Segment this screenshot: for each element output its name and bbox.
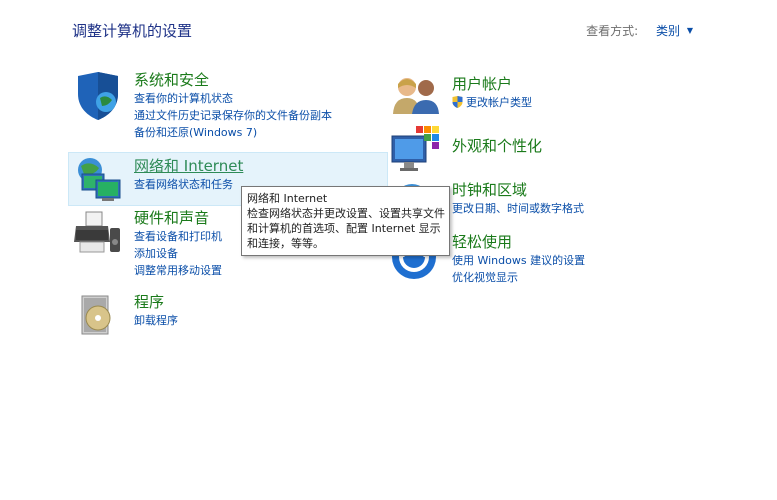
link-view-network-status[interactable]: 查看网络状态和任务 xyxy=(134,176,243,193)
link-optimize-visual-display[interactable]: 优化视觉显示 xyxy=(452,269,585,286)
link-change-date-time-format[interactable]: 更改日期、时间或数字格式 xyxy=(452,200,584,217)
tooltip-title: 网络和 Internet xyxy=(247,192,328,205)
page-title: 调整计算机的设置 xyxy=(72,22,193,40)
link-change-account-type-label: 更改帐户类型 xyxy=(466,96,532,109)
monitor-palette-icon[interactable] xyxy=(390,126,442,178)
category-title[interactable]: 轻松使用 xyxy=(452,232,585,252)
category-title[interactable]: 硬件和声音 xyxy=(134,208,222,228)
link-change-account-type[interactable]: 更改帐户类型 xyxy=(452,94,532,111)
category-title[interactable]: 网络和 Internet xyxy=(134,156,243,176)
link-add-device[interactable]: 添加设备 xyxy=(134,245,222,262)
category-title[interactable]: 程序 xyxy=(134,292,178,312)
link-devices-printers[interactable]: 查看设备和打印机 xyxy=(134,228,222,245)
network-tooltip: 网络和 Internet 检查网络状态并更改设置、设置共享文件和计算机的首选项、… xyxy=(241,186,450,256)
category-title[interactable]: 用户帐户 xyxy=(452,74,532,94)
chevron-down-icon[interactable]: ▼ xyxy=(687,26,693,35)
view-by-label: 查看方式: xyxy=(586,24,639,38)
link-view-computer-status[interactable]: 查看你的计算机状态 xyxy=(134,90,332,107)
category-title[interactable]: 外观和个性化 xyxy=(452,136,542,156)
programs-disc-box-icon[interactable] xyxy=(72,292,124,344)
category-title[interactable]: 时钟和区域 xyxy=(452,180,584,200)
printer-speaker-icon[interactable] xyxy=(72,208,124,260)
tooltip-body: 检查网络状态并更改设置、设置共享文件和计算机的首选项、配置 Internet 显… xyxy=(247,207,445,250)
link-windows-recommended-settings[interactable]: 使用 Windows 建议的设置 xyxy=(452,252,585,269)
link-file-history-backup[interactable]: 通过文件历史记录保存你的文件备份副本 xyxy=(134,107,332,124)
link-mobility-settings[interactable]: 调整常用移动设置 xyxy=(134,262,222,279)
network-globe-monitors-icon[interactable] xyxy=(72,156,124,208)
category-title[interactable]: 系统和安全 xyxy=(134,70,332,90)
view-by-dropdown[interactable]: 类别 xyxy=(656,24,680,38)
users-icon[interactable] xyxy=(390,74,442,126)
shield-globe-icon[interactable] xyxy=(72,70,124,122)
view-by: 查看方式: 类别 ▼ xyxy=(586,22,693,39)
link-backup-restore[interactable]: 备份和还原(Windows 7) xyxy=(134,124,332,141)
link-uninstall-program[interactable]: 卸载程序 xyxy=(134,312,178,329)
uac-shield-icon xyxy=(452,96,463,108)
